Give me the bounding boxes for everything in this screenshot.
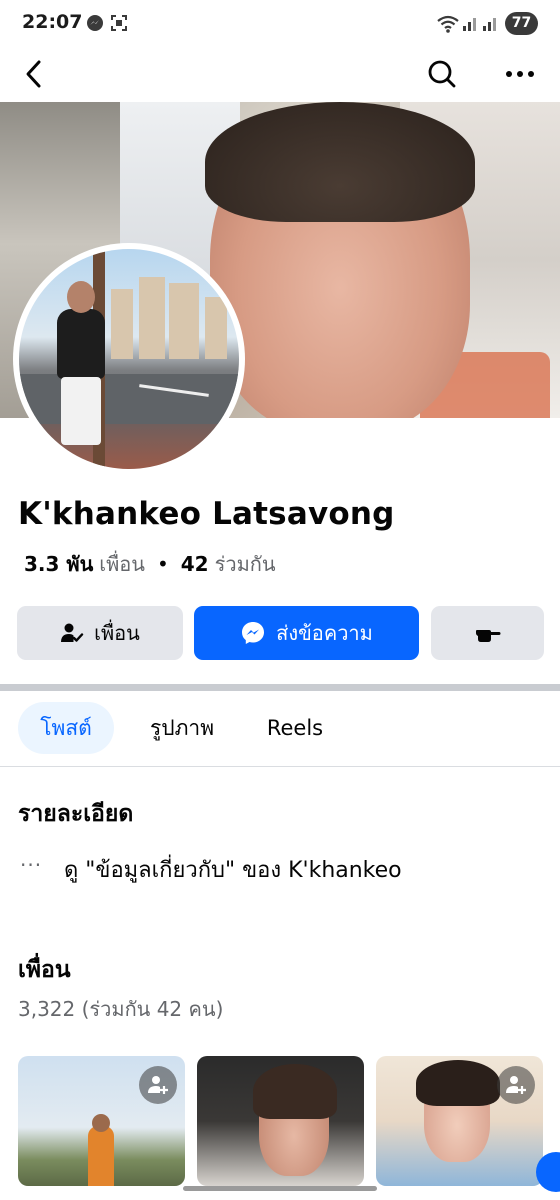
avatar-building — [169, 283, 199, 359]
avatar-building — [205, 297, 227, 359]
signal-icon-2 — [483, 18, 496, 31]
friends-count-label[interactable]: เพื่อน — [99, 548, 145, 580]
stats-separator: • — [156, 552, 169, 576]
avatar-person-body — [57, 309, 105, 379]
back-button[interactable] — [12, 52, 56, 96]
add-friend-icon — [148, 1076, 168, 1094]
avatar-photo — [19, 249, 239, 469]
friend-photo-hair — [253, 1064, 337, 1119]
screenshot-status-icon — [111, 15, 127, 31]
tabs-divider — [0, 766, 560, 767]
profile-name: K'khankeo Latsavong — [18, 496, 395, 532]
cover-hair — [205, 102, 475, 222]
status-bar: 22:07 77 — [0, 0, 560, 48]
friends-button-label: เพื่อน — [94, 621, 140, 645]
tab-photos[interactable]: รูปภาพ — [127, 702, 237, 754]
friends-section-summary: 3,322 (ร่วมกัน 42 คน) — [18, 997, 224, 1021]
tab-posts[interactable]: โพสต์ — [18, 702, 114, 754]
friends-count[interactable]: 3.3 พัน — [24, 548, 93, 580]
profile-header — [0, 48, 560, 102]
friend-photo-figure — [88, 1126, 114, 1186]
avatar-road — [19, 374, 239, 424]
avatar-building — [139, 277, 165, 359]
poke-hand-icon — [475, 630, 500, 642]
add-friend-button[interactable] — [139, 1066, 177, 1104]
avatar-person-head — [67, 281, 95, 313]
message-button[interactable]: ส่งข้อความ — [194, 606, 419, 660]
add-friend-button[interactable] — [497, 1066, 535, 1104]
details-title: รายละเอียด — [18, 801, 134, 827]
search-icon — [428, 60, 456, 88]
mutual-count-label[interactable]: ร่วมกัน — [215, 548, 276, 580]
friend-photo-head — [92, 1114, 110, 1132]
profile-avatar[interactable] — [13, 243, 245, 475]
wifi-icon — [437, 15, 459, 33]
message-button-label: ส่งข้อความ — [276, 621, 373, 645]
avatar-person-legs — [61, 377, 101, 445]
friend-check-icon — [61, 623, 84, 642]
status-time: 22:07 — [22, 11, 83, 33]
messenger-status-icon — [87, 15, 103, 31]
avatar-building — [111, 289, 133, 359]
more-horizontal-icon — [506, 71, 534, 77]
more-dots-icon: ··· — [20, 852, 43, 877]
mutual-count[interactable]: 42 — [181, 552, 209, 576]
tab-reels[interactable]: Reels — [250, 702, 340, 754]
signal-icon — [463, 18, 476, 31]
add-friend-icon — [506, 1076, 526, 1094]
details-about-row[interactable]: ··· ดู "ข้อมูลเกี่ยวกับ" ของ K'khankeo — [20, 852, 402, 887]
friend-photo-hair — [416, 1060, 500, 1106]
friend-card[interactable] — [18, 1056, 185, 1186]
poke-button[interactable] — [431, 606, 544, 660]
friend-card[interactable] — [197, 1056, 364, 1186]
friend-card[interactable] — [376, 1056, 543, 1186]
messenger-icon — [242, 622, 265, 644]
details-about-text: ดู "ข้อมูลเกี่ยวกับ" ของ K'khankeo — [64, 858, 402, 883]
battery-indicator: 77 — [505, 12, 538, 35]
home-indicator[interactable] — [183, 1186, 377, 1191]
friends-button[interactable]: เพื่อน — [17, 606, 183, 660]
profile-stats: 3.3 พัน เพื่อน • 42 ร่วมกัน — [24, 548, 276, 580]
search-button[interactable] — [420, 52, 464, 96]
more-options-button[interactable] — [498, 52, 542, 96]
chevron-left-icon — [26, 60, 41, 88]
friends-section-title: เพื่อน — [18, 957, 71, 983]
section-divider — [0, 684, 560, 691]
